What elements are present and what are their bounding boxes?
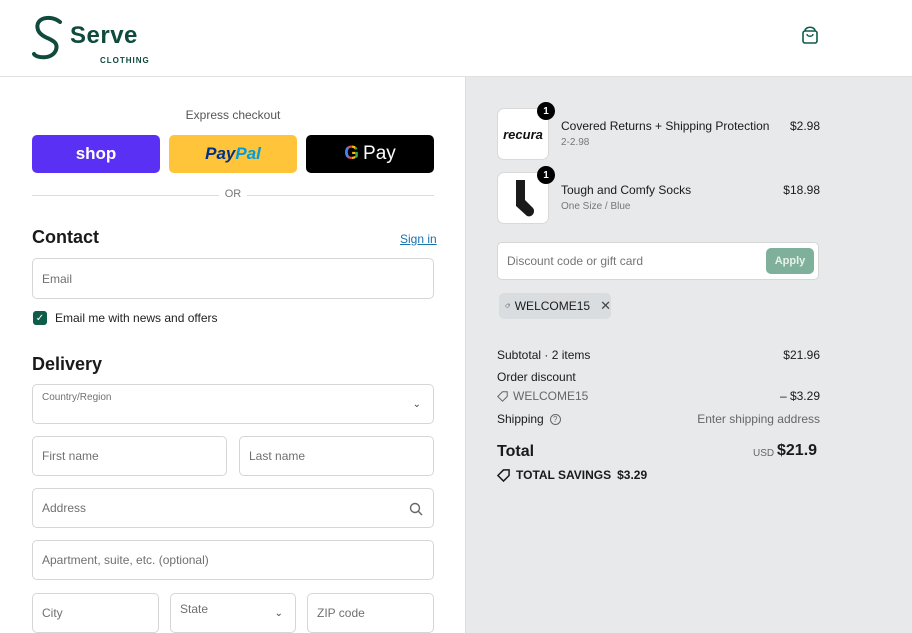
discount-code: WELCOME15 (513, 389, 589, 403)
delivery-heading: Delivery (32, 354, 103, 374)
address-field[interactable]: Address (32, 488, 434, 528)
item-thumbnail: recura 1 (497, 102, 555, 160)
contact-heading: Contact (32, 227, 99, 247)
sign-in-link[interactable]: Sign in (400, 232, 437, 246)
shopping-bag-icon[interactable] (800, 24, 820, 46)
newsletter-label: Email me with news and offers (55, 311, 218, 325)
or-separator: OR (219, 188, 247, 200)
paypal-label-b: Pal (235, 144, 261, 163)
item-name: Covered Returns + Shipping Protection (561, 119, 770, 133)
applied-code: WELCOME15 (514, 299, 591, 313)
country-select[interactable]: Country/Region ⌄ (32, 384, 434, 424)
chevron-down-icon: ⌄ (274, 608, 283, 619)
chevron-down-icon: ⌄ (412, 399, 421, 410)
search-icon (409, 502, 423, 516)
subtotal-label: Subtotal · 2 items (497, 348, 591, 362)
discount-field: Apply (497, 242, 819, 280)
item-thumbnail: 1 (497, 166, 555, 224)
shipping-label: Shipping (497, 412, 544, 426)
shipping-row: Shipping ? (497, 412, 561, 426)
express-checkout-label: Express checkout (185, 108, 281, 122)
first-name-field[interactable]: First name (32, 436, 227, 476)
logo-word: Serve (70, 22, 138, 49)
sock-icon (516, 180, 535, 217)
total-value: $21.9 (777, 442, 818, 459)
recura-logo: recura (503, 126, 543, 142)
first-name-placeholder: First name (42, 449, 99, 463)
order-summary: recura 1 Covered Returns + Shipping Prot… (465, 77, 912, 633)
newsletter-checkbox[interactable]: ✓ (33, 311, 47, 325)
shipping-value: Enter shipping address (697, 412, 820, 426)
total-currency: USD (753, 448, 775, 459)
google-pay-label: Pay (363, 143, 396, 164)
logo[interactable]: Serve CLOTHING (30, 10, 149, 65)
paypal-label-a: Pay (205, 144, 236, 163)
help-icon[interactable]: ? (549, 413, 561, 425)
remove-discount-icon[interactable]: ✕ (600, 298, 611, 314)
logo-subtitle: CLOTHING (100, 56, 150, 65)
shop-pay-button[interactable]: shop (32, 135, 160, 173)
google-g-icon: G (344, 143, 360, 164)
paypal-button[interactable]: Pay Pal (169, 135, 297, 173)
address-placeholder: Address (42, 501, 87, 515)
discount-value: – $3.29 (779, 389, 820, 403)
email-field[interactable]: Email (32, 258, 434, 299)
savings-value: $3.29 (617, 468, 648, 482)
apply-button[interactable]: Apply (766, 248, 814, 274)
savings-label: TOTAL SAVINGS (516, 468, 612, 482)
tag-icon (497, 468, 510, 482)
item-price: $2.98 (789, 119, 820, 133)
item-variant: One Size / Blue (561, 201, 631, 212)
item-variant: 2-2.98 (561, 137, 590, 148)
last-name-placeholder: Last name (249, 449, 306, 463)
apartment-field[interactable]: Apartment, suite, etc. (optional) (32, 540, 434, 580)
subtotal-value: $21.96 (783, 348, 820, 362)
total-label: Total (497, 443, 535, 460)
header: Serve CLOTHING (0, 0, 912, 77)
item-name: Tough and Comfy Socks (561, 183, 692, 197)
google-pay-button[interactable]: G Pay (306, 135, 434, 173)
last-name-field[interactable]: Last name (239, 436, 434, 476)
quantity-badge: 1 (537, 102, 555, 120)
city-placeholder: City (42, 606, 63, 620)
tag-icon (497, 390, 508, 402)
zip-field[interactable]: ZIP code (307, 593, 434, 633)
item-price: $18.98 (783, 183, 820, 197)
logo-mark-icon (32, 15, 62, 60)
checkout-form: Express checkout shop Pay Pal G Pay OR Co… (0, 77, 465, 633)
order-discount-label: Order discount (497, 370, 576, 384)
country-label: Country/Region (42, 392, 112, 403)
shop-pay-label: shop (75, 144, 117, 163)
email-placeholder: Email (42, 271, 73, 286)
discount-code-row: WELCOME15 (497, 389, 588, 403)
quantity-badge: 1 (537, 166, 555, 184)
state-label: State (180, 602, 209, 616)
city-field[interactable]: City (32, 593, 159, 633)
discount-input[interactable] (498, 243, 760, 279)
tag-icon (505, 303, 510, 309)
state-select[interactable]: State ⌄ (170, 593, 296, 633)
zip-placeholder: ZIP code (317, 606, 365, 620)
applied-discount-tag: WELCOME15 ✕ (499, 293, 611, 319)
apartment-placeholder: Apartment, suite, etc. (optional) (42, 553, 209, 567)
total-savings: TOTAL SAVINGS $3.29 (497, 468, 647, 482)
